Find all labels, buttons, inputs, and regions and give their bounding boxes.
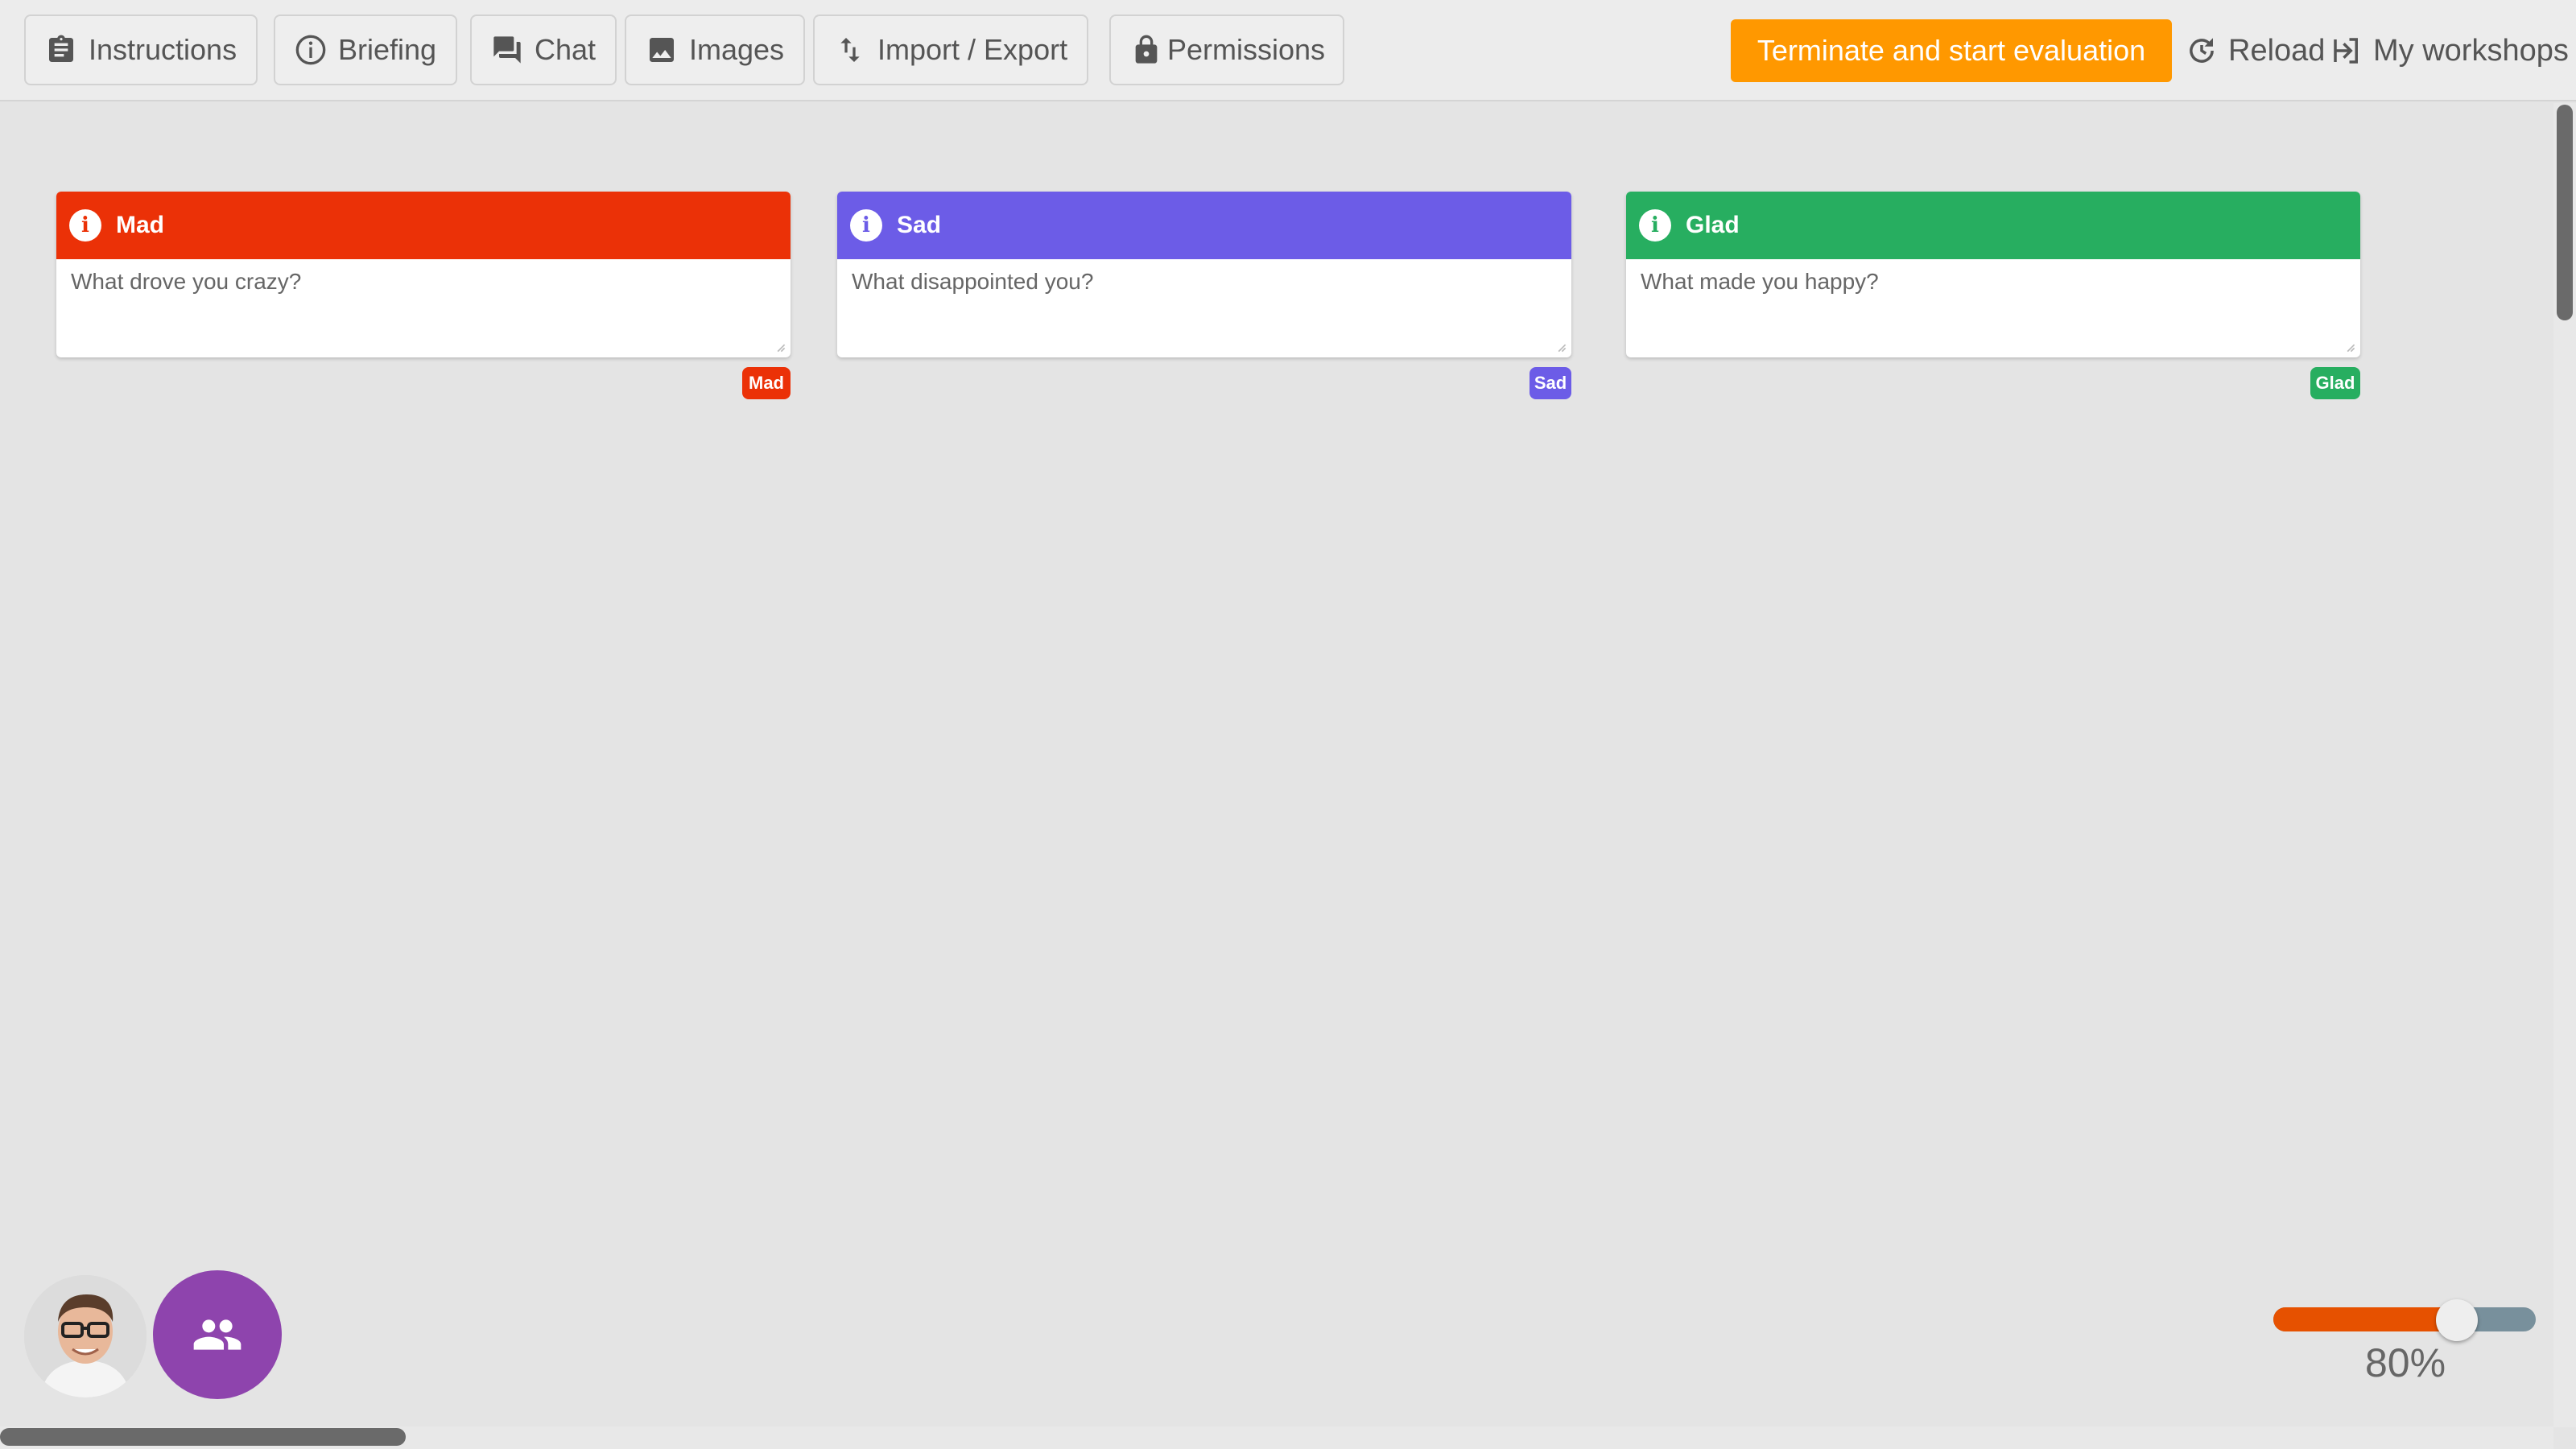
participants-group-button[interactable] xyxy=(153,1270,282,1399)
column-title: Glad xyxy=(1686,212,1740,238)
column-card-mad: i Mad What drove you crazy? xyxy=(56,192,791,357)
column-header-sad: i Sad xyxy=(837,192,1571,259)
images-button[interactable]: Images xyxy=(625,14,806,85)
toolbar: Instructions Briefing Chat Images Import… xyxy=(0,0,2576,101)
zoom-slider-thumb[interactable] xyxy=(2436,1299,2479,1341)
column-input-glad[interactable]: What made you happy? xyxy=(1626,259,2360,357)
column-tag-label: Glad xyxy=(2315,373,2355,393)
exit-icon xyxy=(2334,38,2358,64)
chat-icon xyxy=(493,36,521,64)
column-input-mad[interactable]: What drove you crazy? xyxy=(56,259,791,357)
column-tag-glad: Glad xyxy=(2310,367,2360,399)
vertical-scrollbar-thumb[interactable] xyxy=(2557,105,2573,320)
column-placeholder: What made you happy? xyxy=(1641,269,1879,294)
clipboard-icon xyxy=(49,35,73,62)
column-tag-sad: Sad xyxy=(1530,367,1571,399)
column-card-sad: i Sad What disappointed you? xyxy=(837,192,1571,357)
import-export-icon xyxy=(840,38,860,62)
info-icon[interactable]: i xyxy=(1639,209,1671,242)
info-circle-icon xyxy=(295,35,326,65)
group-icon xyxy=(193,1319,242,1350)
column-title: Mad xyxy=(116,212,164,238)
import-export-button[interactable]: Import / Export xyxy=(813,14,1089,85)
images-label: Images xyxy=(689,33,785,66)
column-tag-label: Mad xyxy=(749,373,784,393)
instructions-button[interactable]: Instructions xyxy=(24,14,258,85)
column-header-mad: i Mad xyxy=(56,192,791,259)
permissions-button[interactable]: Permissions xyxy=(1109,14,1345,85)
import-export-label: Import / Export xyxy=(877,33,1068,66)
zoom-slider-fill xyxy=(2273,1307,2458,1331)
info-icon[interactable]: i xyxy=(850,209,882,242)
resize-grip-icon[interactable] xyxy=(2344,341,2355,353)
chat-button[interactable]: Chat xyxy=(470,14,617,85)
resize-grip-icon[interactable] xyxy=(774,341,786,353)
info-icon[interactable]: i xyxy=(69,209,101,242)
user-avatar[interactable] xyxy=(24,1275,147,1397)
terminate-evaluation-button[interactable]: Terminate and start evaluation xyxy=(1731,19,2172,82)
column-input-sad[interactable]: What disappointed you? xyxy=(837,259,1571,357)
terminate-label: Terminate and start evaluation xyxy=(1757,34,2146,67)
briefing-button[interactable]: Briefing xyxy=(274,14,458,85)
reload-icon xyxy=(2190,38,2214,63)
zoom-slider[interactable] xyxy=(2273,1299,2536,1341)
column-header-glad: i Glad xyxy=(1626,192,2360,259)
column-card-glad: i Glad What made you happy? xyxy=(1626,192,2360,357)
resize-grip-icon[interactable] xyxy=(1555,341,1567,353)
chat-label: Chat xyxy=(535,33,597,66)
instructions-label: Instructions xyxy=(89,33,237,66)
user-avatar-picture xyxy=(24,1275,147,1397)
zoom-level-label: 80% xyxy=(2364,1340,2446,1385)
column-placeholder: What disappointed you? xyxy=(852,269,1094,294)
briefing-label: Briefing xyxy=(338,33,437,66)
column-placeholder: What drove you crazy? xyxy=(71,269,302,294)
horizontal-scrollbar-thumb[interactable] xyxy=(0,1428,406,1446)
my-workshops-label: My workshops xyxy=(2373,33,2569,68)
permissions-label: Permissions xyxy=(1167,33,1326,66)
reload-button[interactable]: Reload xyxy=(2185,19,2325,82)
lock-icon xyxy=(1135,35,1158,64)
image-icon xyxy=(650,38,674,62)
column-title: Sad xyxy=(897,212,942,238)
column-tag-mad: Mad xyxy=(742,367,791,399)
reload-label: Reload xyxy=(2228,33,2326,68)
my-workshops-button[interactable]: My workshops xyxy=(2330,19,2569,82)
column-tag-label: Sad xyxy=(1534,373,1567,393)
